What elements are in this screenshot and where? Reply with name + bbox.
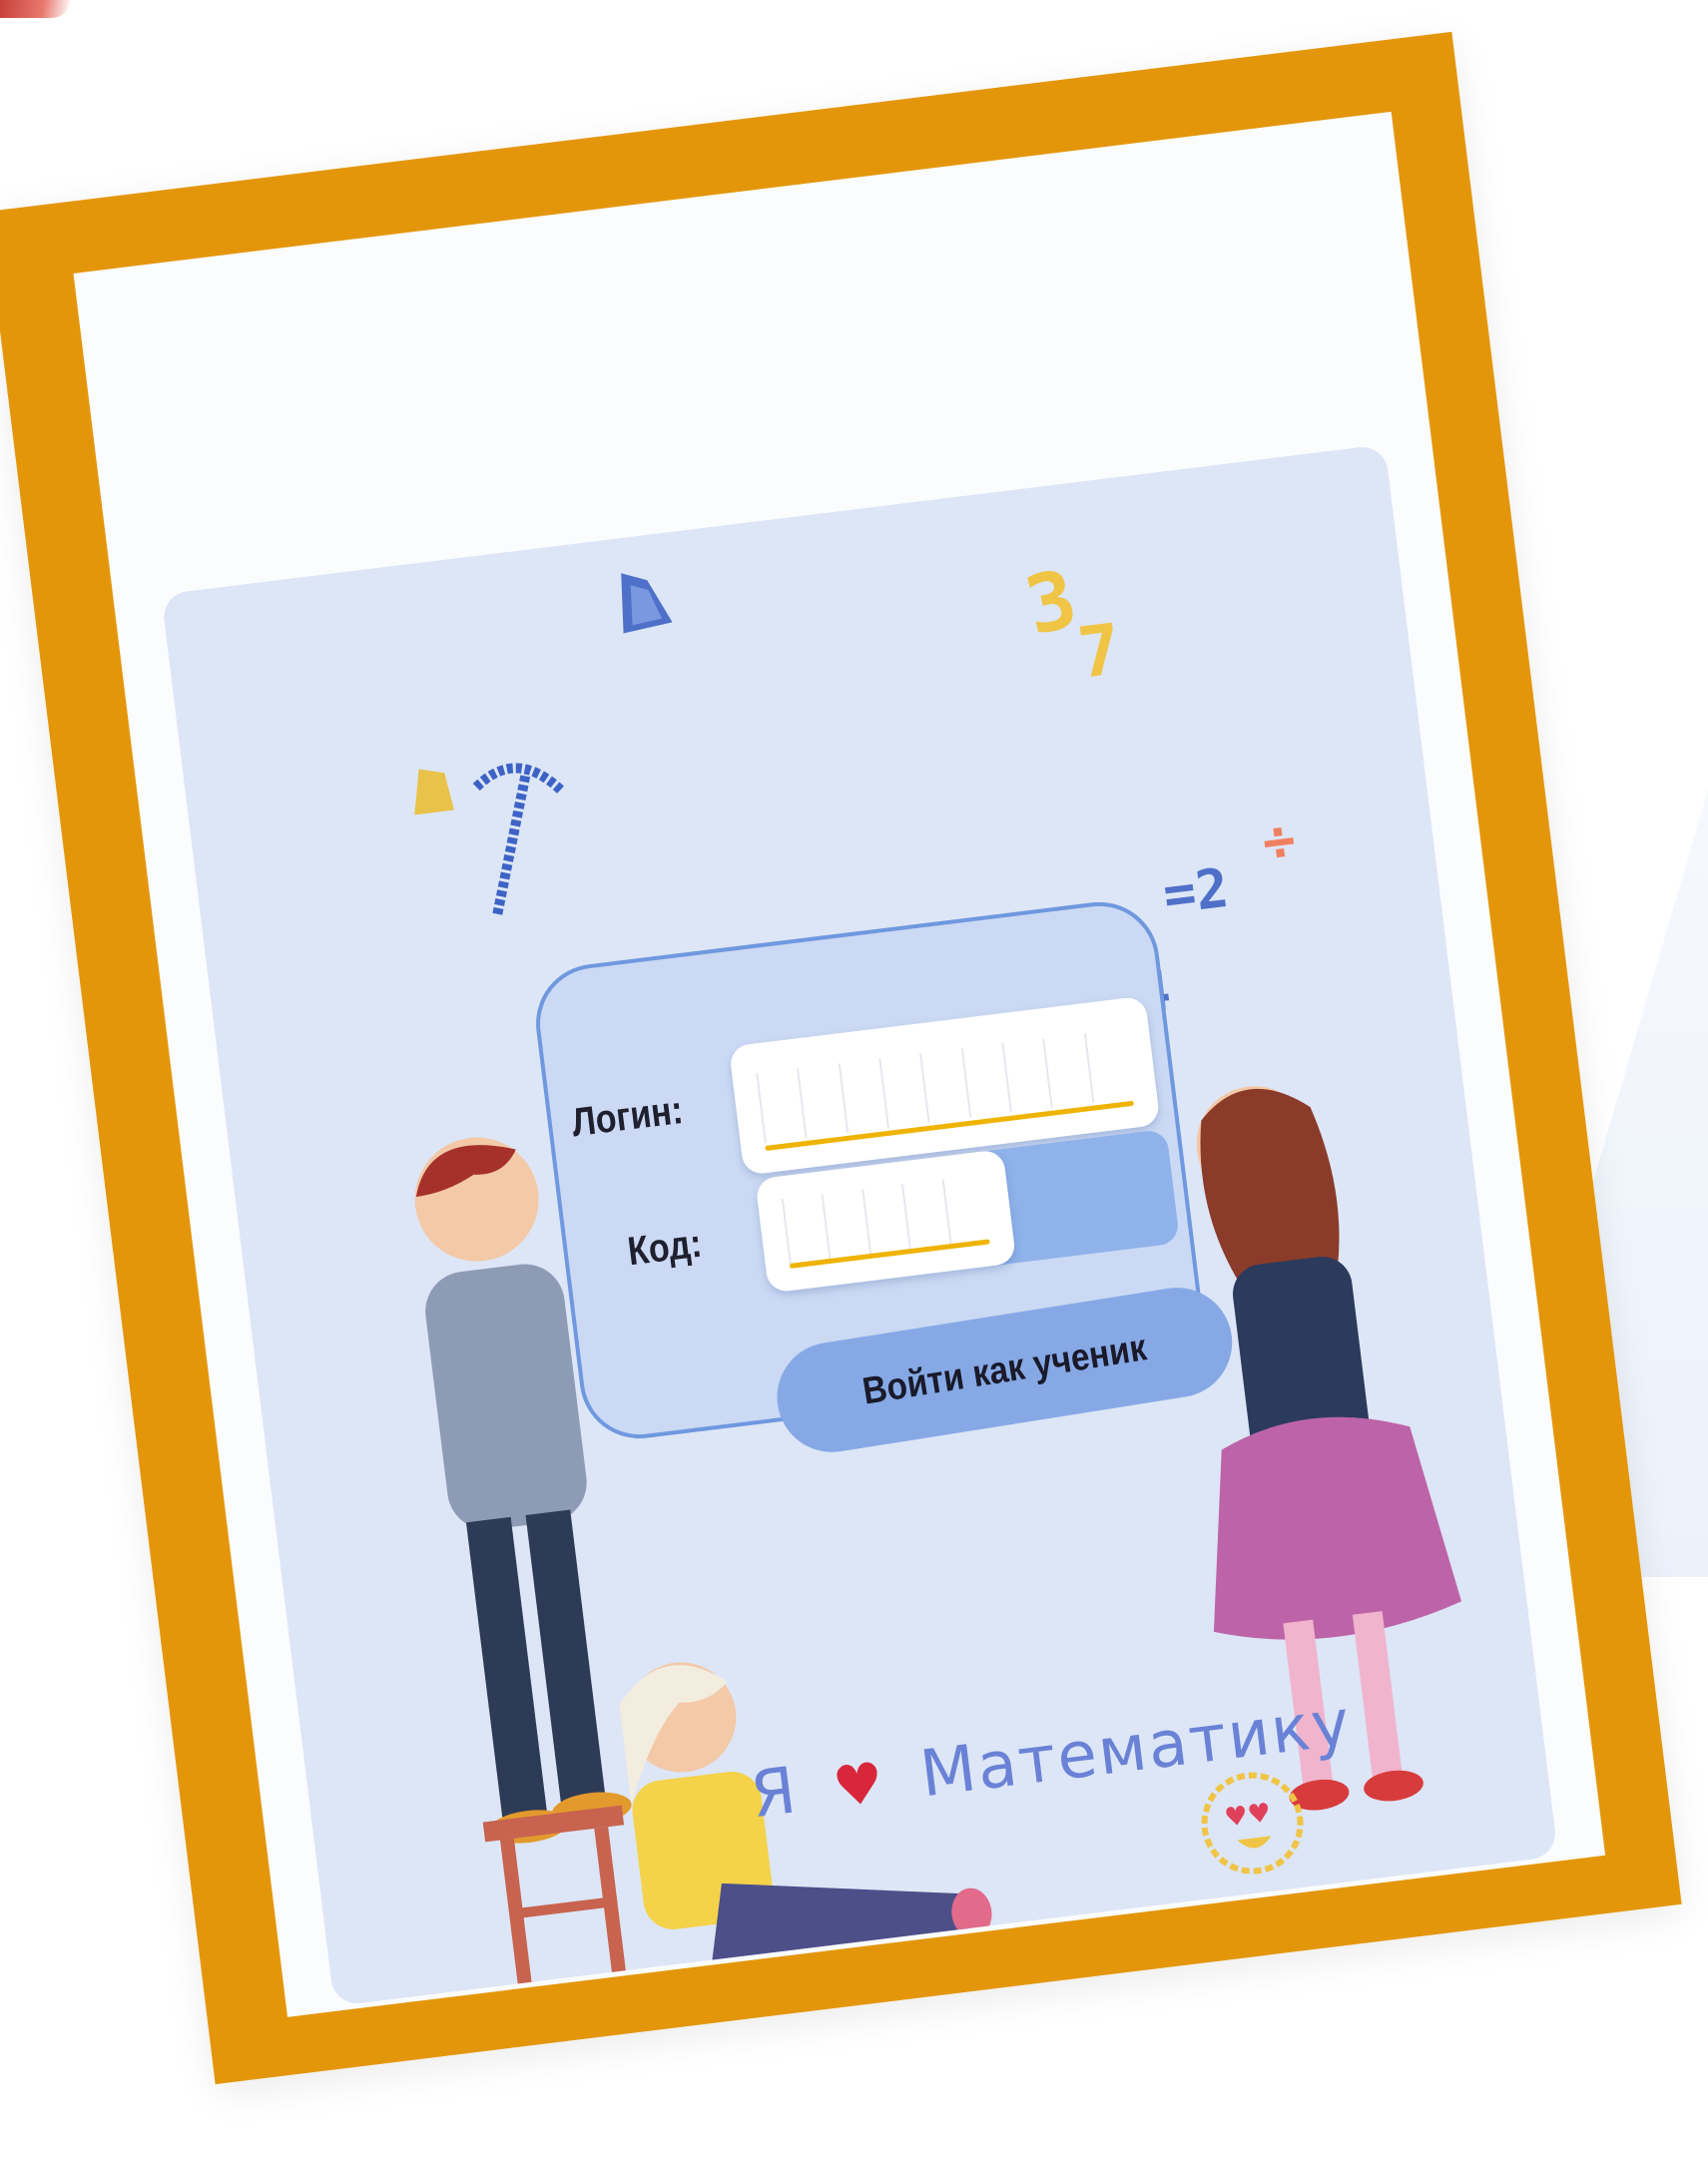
pickaxe-icon [472, 763, 566, 916]
motto-prefix: Я [747, 1754, 803, 1834]
love-emoji-icon: ♥♥ [1201, 1772, 1304, 1875]
stool-illustration [482, 1805, 627, 1989]
scribble-three: 3 [1017, 551, 1086, 654]
code-label: Код: [625, 1221, 705, 1275]
scribble-seven: 7 [1073, 608, 1126, 695]
svg-text:♥♥: ♥♥ [1223, 1798, 1273, 1833]
scribble-equals-two: =2 [1159, 855, 1232, 927]
diamond-icon [621, 573, 673, 634]
photo-frame: 3 7 5 14 =2 ÷ Логин: Код: [0, 31, 1682, 2085]
scribble-divide: ÷ [1259, 808, 1300, 874]
screen-paper: 3 7 5 14 =2 ÷ Логин: Код: [73, 111, 1606, 2017]
gold-nugget-icon [414, 769, 454, 815]
login-as-student-label: Войти как ученик [859, 1326, 1150, 1413]
red-scrap-decoration [0, 0, 70, 18]
code-input[interactable] [755, 1149, 1017, 1294]
heart-icon: ♥ [830, 1750, 889, 1822]
login-page-background: 3 7 5 14 =2 ÷ Логин: Код: [161, 444, 1558, 2007]
